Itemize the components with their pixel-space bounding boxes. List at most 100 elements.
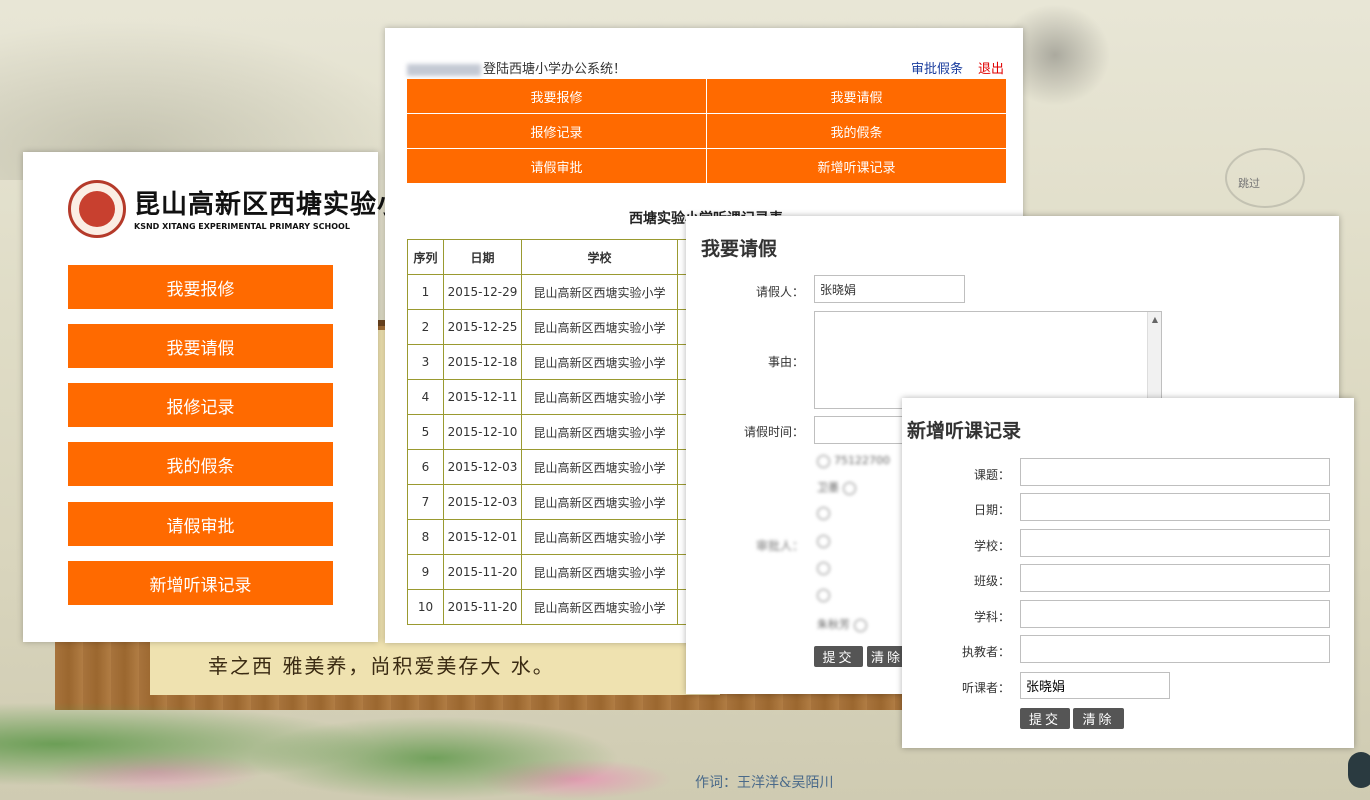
approver-option[interactable]: 75122700 [817, 454, 890, 468]
welcome-message: 登陆西塘小学办公系统！ [407, 58, 626, 77]
skip-swirl-icon [1225, 148, 1305, 208]
leave-clear-button[interactable]: 清除 [867, 646, 907, 667]
sidebar-leave-approval-button[interactable]: 请假审批 [68, 502, 333, 546]
table-cell: 10 [407, 589, 444, 625]
approver-option[interactable] [817, 588, 834, 602]
listener-label: 听课者： [961, 681, 1010, 695]
table-row: 1 2015-12-29 昆山高新区西塘实验小学 [407, 274, 698, 310]
table-cell: 2015-11-20 [443, 589, 522, 625]
add-lecture-dialog: 新增听课记录 课题： 日期： 学校： 班级： 学科： 执教者： 听课者： 张晓娟… [902, 398, 1354, 748]
table-cell: 2015-12-03 [443, 484, 522, 520]
table-row: 9 2015-11-20 昆山高新区西塘实验小学 [407, 554, 698, 590]
nav-repair[interactable]: 我要报修 [407, 79, 706, 113]
school-seal-icon [68, 180, 126, 238]
school-label: 学校： [973, 539, 1010, 553]
applicant-label: 请假人： [756, 285, 805, 299]
reason-textarea[interactable]: ▲ [814, 311, 1162, 409]
topic-label: 课题： [973, 468, 1010, 482]
scroll-up-icon[interactable]: ▲ [1152, 315, 1158, 324]
table-cell: 4 [407, 379, 444, 415]
subject-label: 学科： [973, 610, 1010, 624]
table-cell: 2015-12-11 [443, 379, 522, 415]
sidebar-leave-button[interactable]: 我要请假 [68, 324, 333, 368]
table-cell: 昆山高新区西塘实验小学 [521, 554, 678, 590]
table-cell: 昆山高新区西塘实验小学 [521, 519, 678, 555]
dialog-title: 新增听课记录 [907, 420, 1022, 442]
table-cell: 昆山高新区西塘实验小学 [521, 274, 678, 310]
approve-leave-link[interactable]: 审批假条 [911, 58, 963, 77]
nav-my-leave[interactable]: 我的假条 [706, 114, 1006, 148]
table-cell: 昆山高新区西塘实验小学 [521, 379, 678, 415]
sidebar-repair-records-button[interactable]: 报修记录 [68, 383, 333, 427]
column-header: 学校 [521, 239, 678, 275]
class-label: 班级： [973, 574, 1010, 588]
table-cell: 9 [407, 554, 444, 590]
dialog-title: 我要请假 [701, 238, 778, 260]
table-cell: 昆山高新区西塘实验小学 [521, 309, 678, 345]
approver-option[interactable] [817, 506, 834, 520]
leave-submit-button[interactable]: 提交 [814, 646, 863, 667]
nav-repair-records[interactable]: 报修记录 [407, 114, 706, 148]
school-name-en: KSND XITANG EXPERIMENTAL PRIMARY SCHOOL [134, 222, 350, 231]
blurred-username [407, 63, 481, 76]
approver-option[interactable] [817, 561, 834, 575]
date-input[interactable] [1020, 493, 1330, 521]
table-cell: 2015-11-20 [443, 554, 522, 590]
skip-intro-link[interactable]: 跳过 [1238, 175, 1260, 191]
leave-time-label: 请假时间： [744, 425, 805, 439]
column-header: 日期 [443, 239, 522, 275]
lecture-clear-button[interactable]: 清除 [1073, 708, 1124, 729]
table-row: 8 2015-12-01 昆山高新区西塘实验小学 [407, 519, 698, 555]
table-cell: 2015-12-18 [443, 344, 522, 380]
table-cell: 2015-12-25 [443, 309, 522, 345]
teacher-input[interactable] [1020, 635, 1330, 663]
table-cell: 昆山高新区西塘实验小学 [521, 449, 678, 485]
sidebar-my-leave-button[interactable]: 我的假条 [68, 442, 333, 486]
date-label: 日期： [973, 503, 1010, 517]
sidebar-panel: 昆山高新区西塘实验小学 KSND XITANG EXPERIMENTAL PRI… [23, 152, 430, 642]
music-player-icon[interactable] [1348, 752, 1370, 788]
table-row: 2 2015-12-25 昆山高新区西塘实验小学 [407, 309, 698, 345]
sidebar-repair-button[interactable]: 我要报修 [68, 265, 333, 309]
background-lotus [0, 660, 700, 800]
table-cell: 2015-12-03 [443, 449, 522, 485]
topic-input[interactable] [1020, 458, 1330, 486]
table-cell: 昆山高新区西塘实验小学 [521, 589, 678, 625]
school-input[interactable] [1020, 529, 1330, 557]
table-cell: 2015-12-10 [443, 414, 522, 450]
table-row: 5 2015-12-10 昆山高新区西塘实验小学 [407, 414, 698, 450]
table-cell: 2 [407, 309, 444, 345]
listener-input[interactable]: 张晓娟 [1020, 672, 1170, 699]
nav-add-lecture[interactable]: 新增听课记录 [706, 149, 1006, 183]
nav-leave-approval[interactable]: 请假审批 [407, 149, 706, 183]
table-row: 3 2015-12-18 昆山高新区西塘实验小学 [407, 344, 698, 380]
leave-time-input[interactable] [814, 416, 914, 444]
table-cell: 2015-12-29 [443, 274, 522, 310]
table-row: 10 2015-11-20 昆山高新区西塘实验小学 [407, 589, 698, 625]
welcome-text: 登陆西塘小学办公系统！ [483, 62, 627, 77]
nav-grid: 我要报修 我要请假 报修记录 我的假条 请假审批 新增听课记录 [407, 79, 1006, 184]
lecture-submit-button[interactable]: 提交 [1020, 708, 1070, 729]
table-cell: 昆山高新区西塘实验小学 [521, 484, 678, 520]
table-row: 7 2015-12-03 昆山高新区西塘实验小学 [407, 484, 698, 520]
applicant-input[interactable]: 张晓娟 [814, 275, 965, 303]
table-cell: 2015-12-01 [443, 519, 522, 555]
logout-link[interactable]: 退出 [978, 58, 1004, 77]
lyrics-credit: 作词：王洋洋&吴陌川 [695, 775, 834, 791]
approver-option[interactable]: 朱秋芳 [817, 616, 871, 632]
table-cell: 5 [407, 414, 444, 450]
subject-input[interactable] [1020, 600, 1330, 628]
approver-option[interactable] [817, 534, 834, 548]
approver-option[interactable]: 卫墨 [817, 479, 860, 495]
class-input[interactable] [1020, 564, 1330, 592]
table-row: 4 2015-12-11 昆山高新区西塘实验小学 [407, 379, 698, 415]
table-cell: 昆山高新区西塘实验小学 [521, 414, 678, 450]
textarea-scrollbar[interactable]: ▲ [1147, 312, 1161, 408]
records-table: 序列 日期 学校 1 2015-12-29 昆山高新区西塘实验小学 2 2015-12-… [407, 239, 698, 625]
table-cell: 8 [407, 519, 444, 555]
reason-label: 事由： [768, 355, 805, 369]
table-row: 6 2015-12-03 昆山高新区西塘实验小学 [407, 449, 698, 485]
sidebar-add-lecture-button[interactable]: 新增听课记录 [68, 561, 333, 605]
nav-leave[interactable]: 我要请假 [706, 79, 1006, 113]
approver-label: 审批人： [756, 539, 805, 553]
